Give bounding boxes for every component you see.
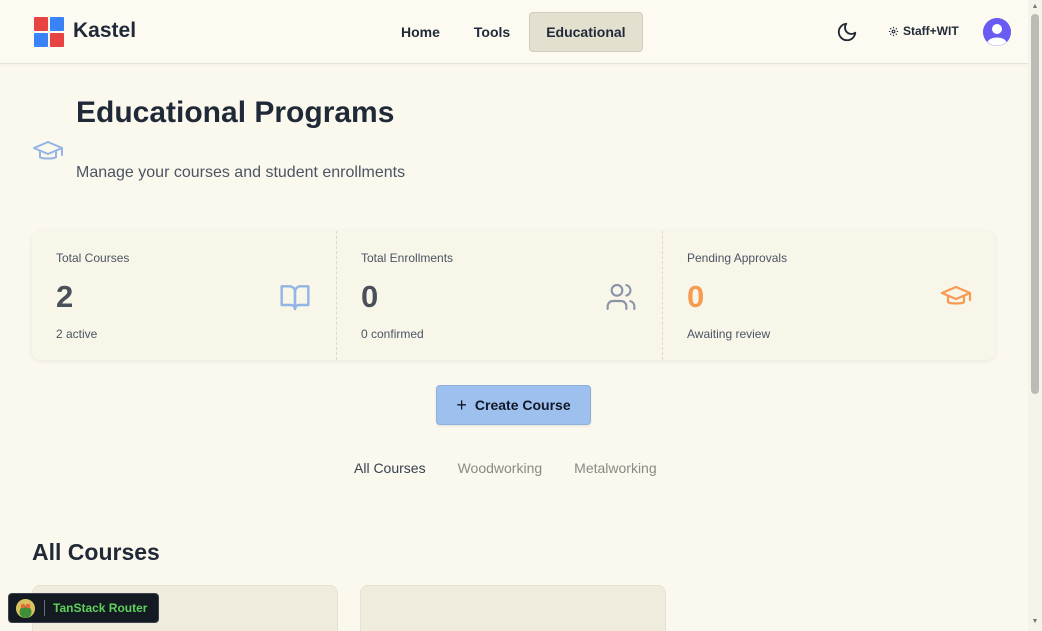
stat-label: Total Courses [56, 251, 130, 265]
main-nav: Home Tools Educational [386, 12, 643, 52]
stat-value: 0 [361, 279, 379, 314]
page-subtitle: Manage your courses and student enrollme… [76, 164, 406, 181]
scroll-down-arrow-icon[interactable]: ▼ [1031, 618, 1039, 626]
kastel-logo-icon[interactable] [34, 17, 64, 47]
tanstack-router-devtools-button[interactable]: TanStack Router [8, 593, 159, 623]
tab-woodworking[interactable]: Woodworking [442, 456, 559, 480]
staff-menu[interactable]: Staff+WIT [888, 24, 959, 38]
course-filter-tabs: All Courses Woodworking Metalworking [338, 456, 673, 480]
scroll-thumb[interactable] [1031, 14, 1039, 394]
page-scrollbar[interactable]: ▲ ▼ [1028, 0, 1042, 631]
graduation-cap-icon [32, 138, 64, 166]
brand-name[interactable]: Kastel [73, 19, 136, 43]
stat-label: Pending Approvals [687, 251, 788, 265]
tanstack-router-label: TanStack Router [53, 601, 148, 615]
stat-desc: Awaiting review [687, 327, 771, 341]
stat-desc: 2 active [56, 327, 98, 341]
top-header: Kastel Home Tools Educational Staff+WIT [0, 0, 1028, 64]
book-open-icon [279, 281, 311, 313]
divider [44, 600, 45, 616]
stat-total-courses: Total Courses 2 2 active [32, 231, 336, 360]
section-title: All Courses [32, 539, 160, 565]
stat-pending-approvals: Pending Approvals 0 Awaiting review [662, 231, 995, 360]
nav-tools[interactable]: Tools [459, 12, 525, 52]
scroll-up-arrow-icon[interactable]: ▲ [1031, 3, 1039, 11]
nav-home[interactable]: Home [386, 12, 455, 52]
user-avatar[interactable] [983, 18, 1011, 46]
staff-label: Staff+WIT [903, 24, 959, 38]
create-course-button[interactable]: + Create Course [436, 385, 591, 425]
stat-value: 2 [56, 279, 74, 314]
stat-desc: 0 confirmed [361, 327, 424, 341]
stat-label: Total Enrollments [361, 251, 454, 265]
users-icon [605, 281, 637, 313]
stat-total-enrollments: Total Enrollments 0 0 confirmed [336, 231, 662, 360]
graduation-cap-icon [940, 281, 972, 313]
page-title: Educational Programs [76, 96, 395, 129]
tab-all-courses[interactable]: All Courses [338, 456, 442, 480]
plus-icon: + [456, 395, 467, 415]
nav-educational[interactable]: Educational [529, 12, 643, 52]
gear-icon [888, 26, 899, 36]
tab-metalworking[interactable]: Metalworking [558, 456, 672, 480]
course-card[interactable] [360, 585, 666, 631]
create-course-label: Create Course [474, 397, 571, 413]
tanstack-logo-icon [16, 598, 35, 618]
stat-value: 0 [687, 279, 705, 314]
stats-panel: Total Courses 2 2 active Total Enrollmen… [32, 231, 995, 360]
moon-icon[interactable] [836, 21, 858, 43]
